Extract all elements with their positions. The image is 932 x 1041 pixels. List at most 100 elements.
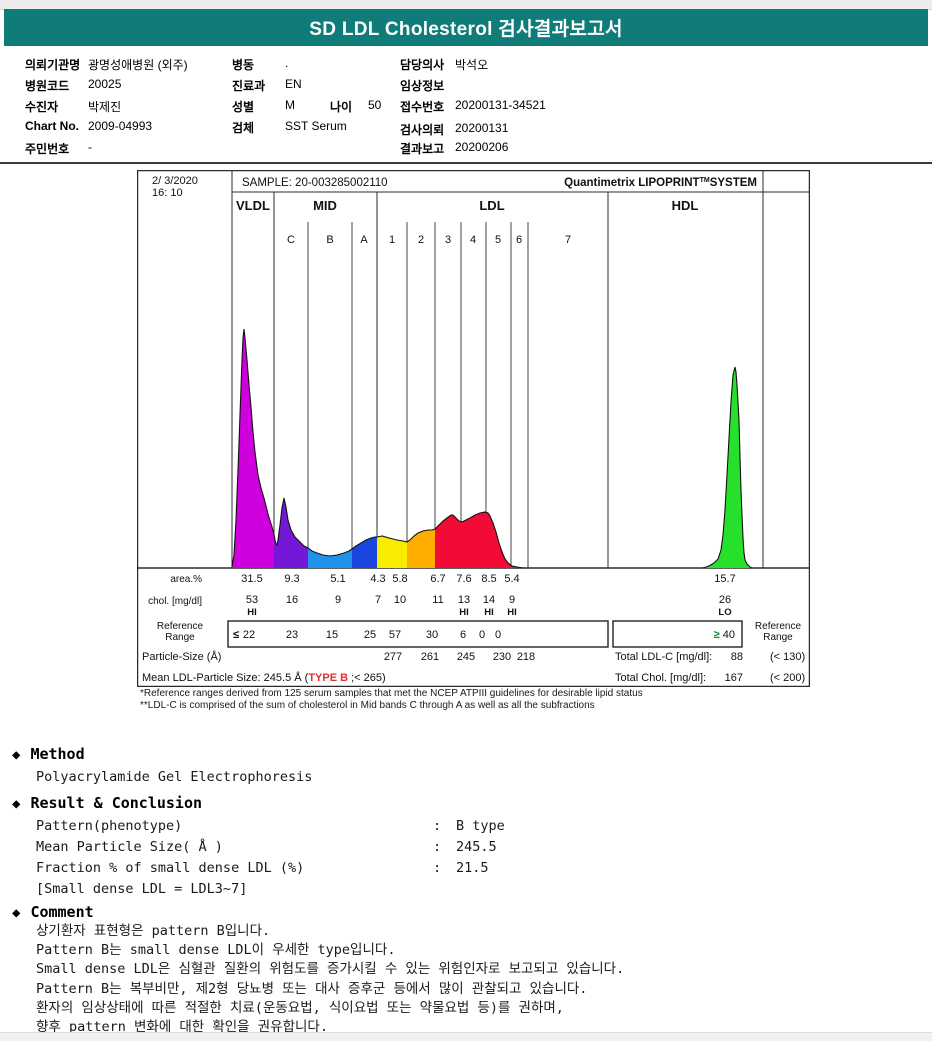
field-value: - (88, 140, 92, 154)
chol-value: 9 (335, 594, 341, 606)
ref-range-label-right-line1: Reference (755, 621, 802, 632)
field-label: 임상정보 (400, 79, 445, 93)
ldl3-7-band-fill (435, 512, 523, 568)
subband-label: 7 (565, 234, 571, 246)
field-value: EN (285, 77, 302, 91)
lte-sign: ≤ (233, 629, 239, 641)
field-label: 의뢰기관명 (25, 58, 81, 72)
result-section-heading: ◆ Result & Conclusion (12, 794, 202, 812)
particle-size-value: 261 (421, 651, 439, 663)
area-value: 5.4 (504, 573, 519, 585)
area-value: 31.5 (241, 573, 262, 585)
subband-label: B (326, 234, 333, 246)
field-label: 나이 (330, 100, 353, 114)
ref-range-label-right-line2: Range (763, 632, 793, 643)
area-value-hdl: 15.7 (714, 573, 735, 585)
method-body: Polyacrylamide Gel Electrophoresis (36, 769, 313, 785)
result-note: [Small dense LDL = LDL3~7] (36, 881, 505, 902)
field-label: 검사의뢰 (400, 123, 445, 137)
pattern-type-flag: TYPE B (308, 672, 348, 684)
subband-label: 2 (418, 234, 424, 246)
mean-prefix: Mean LDL-Particle Size: 245.5 Å ( (142, 671, 309, 684)
ref-range-label-line1: Reference (157, 621, 204, 632)
comment-line: 환자의 임상상태에 따른 적절한 치료(운동요법, 식이요법 또는 약물요법 등… (36, 999, 564, 1016)
chol-value: 11 (432, 594, 443, 606)
result-colon: : (433, 818, 442, 834)
band-group-hdl: HDL (672, 198, 699, 213)
subband-label: 6 (516, 234, 522, 246)
hi-flag: HI (507, 607, 517, 618)
result-row: Mean Particle Size( Å ):245.5 (36, 839, 505, 860)
result-label: Pattern(phenotype) (36, 818, 183, 834)
gel-run-date: 2/ 3/2020 (152, 175, 198, 187)
band-group-vldl: VLDL (236, 198, 270, 213)
area-value: 5.1 (330, 573, 345, 585)
mean-particle-size-line: Mean LDL-Particle Size: 245.5 Å (TYPE B … (142, 671, 386, 684)
field-label: 수진자 (25, 100, 59, 114)
total-chol-ref: (< 200) (770, 672, 805, 684)
mean-suffix: ;< 265) (348, 672, 386, 684)
chol-value: 53 (246, 594, 258, 606)
field-value: 20200206 (455, 140, 509, 154)
ref-value: 22 (243, 629, 255, 641)
brand-tm-mark: TM (700, 177, 710, 184)
field-label: 성별 (232, 100, 255, 114)
field-value: 광명성애병원 (외주) (88, 58, 188, 72)
chol-value-hdl: 26 (719, 594, 731, 606)
area-value: 9.3 (284, 573, 299, 585)
particle-size-value: 245 (457, 651, 475, 663)
field-label: 접수번호 (400, 100, 445, 114)
chol-row-label: chol. [mg/dl] (148, 596, 202, 607)
brand-part1: Quantimetrix LIPOPRINT (564, 177, 699, 189)
result-colon: : (433, 839, 442, 855)
result-note-text: [Small dense LDL = LDL3~7] (36, 881, 248, 897)
field-label: Chart No. (25, 119, 79, 133)
comment-line: Pattern B는 small dense LDL이 우세한 type입니다. (36, 942, 396, 959)
result-label: Mean Particle Size( Å ) (36, 839, 223, 855)
particle-size-value: 218 (517, 651, 535, 663)
report-title-bar: SD LDL Cholesterol 검사결과보고서 (4, 9, 928, 46)
total-ldl-value: 88 (731, 651, 743, 663)
electrophoresis-curve (231, 328, 753, 569)
subband-label: 5 (495, 234, 501, 246)
result-label: Fraction % of small dense LDL (%) (36, 860, 305, 876)
comment-body: 상기환자 표현형은 pattern B입니다. Pattern B는 small… (36, 922, 624, 1037)
page-title: SD LDL Cholesterol 검사결과보고서 (309, 19, 623, 40)
comment-line: 상기환자 표현형은 pattern B입니다. (36, 923, 271, 939)
subband-label: A (360, 234, 368, 246)
total-chol-label: Total Chol. [mg/dl]: (615, 672, 706, 684)
field-label: 병원코드 (25, 79, 70, 93)
field-label: 검체 (232, 121, 255, 135)
comment-line: Pattern B는 복부비만, 제2형 당뇨병 또는 대사 증후군 등에서 많… (36, 980, 588, 997)
footnote-2: **LDL-C is comprised of the sum of chole… (140, 699, 595, 711)
field-label: 진료과 (232, 79, 266, 93)
field-value: 50 (368, 98, 382, 112)
area-value: 5.8 (392, 573, 407, 585)
gel-run-time: 16: 10 (152, 187, 183, 199)
chol-value: 7 (375, 594, 381, 606)
ref-value: 0 (495, 629, 501, 641)
result-value: 21.5 (456, 860, 489, 876)
method-heading-text: Method (30, 745, 85, 763)
result-row: Pattern(phenotype): B type (36, 818, 505, 839)
particle-size-value: 230 (493, 651, 511, 663)
ref-value: 0 (479, 629, 485, 641)
result-row: Fraction % of small dense LDL (%):21.5 (36, 860, 505, 881)
chol-value: 9 (509, 594, 515, 606)
footnote-1: *Reference ranges derived from 125 serum… (140, 688, 643, 699)
result-colon: : (433, 860, 442, 876)
field-label: 병동 (232, 58, 255, 72)
method-section-heading: ◆ Method (12, 745, 85, 763)
sample-id: SAMPLE: 20-003285002110 (242, 177, 388, 189)
chol-value: 10 (394, 594, 406, 606)
band-group-ldl: LDL (479, 198, 504, 213)
subband-label: 3 (445, 234, 451, 246)
field-value: 20025 (88, 77, 122, 91)
diamond-bullet-icon: ◆ (12, 905, 21, 921)
ldl2-band-fill (407, 529, 435, 568)
hdl-ref-value: ≥ 40 (714, 629, 735, 641)
result-rows: Pattern(phenotype): B type Mean Particle … (36, 818, 505, 902)
field-label: 결과보고 (400, 142, 445, 156)
hdl-ref-number: 40 (720, 629, 735, 641)
chart-footnotes: *Reference ranges derived from 125 serum… (140, 688, 820, 711)
